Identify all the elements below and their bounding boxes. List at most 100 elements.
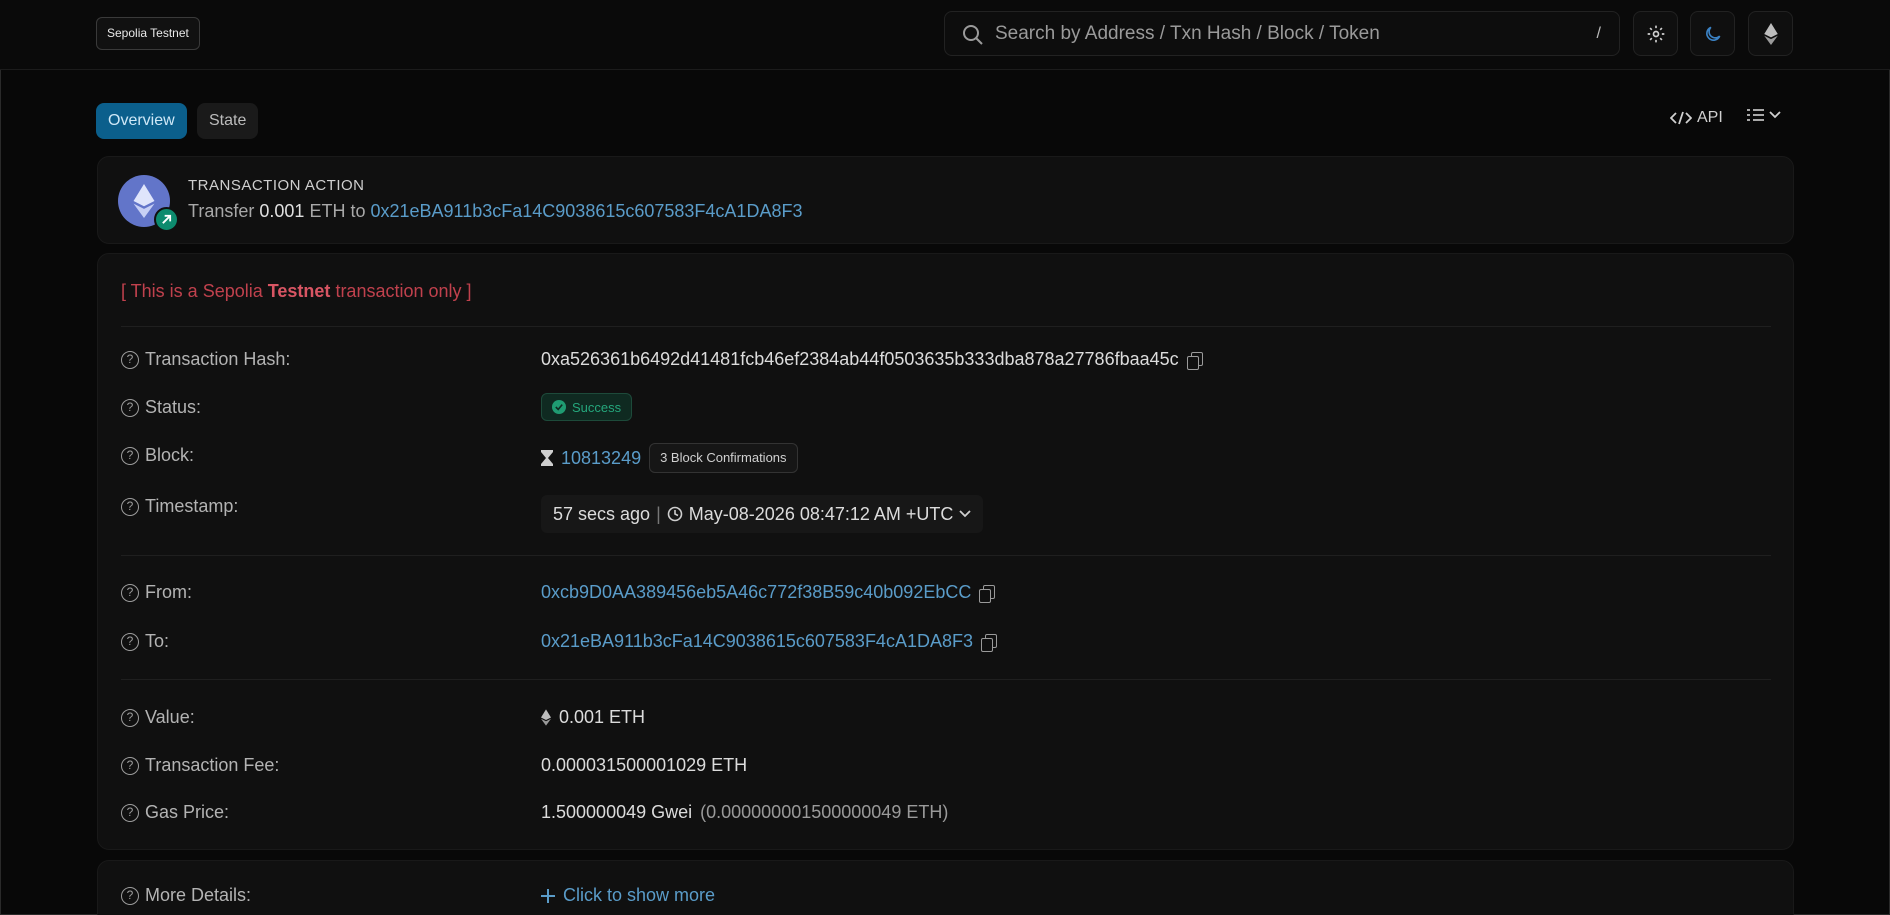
moon-icon: [1705, 26, 1720, 41]
divider: [121, 555, 1771, 556]
transfer-out-badge: [154, 207, 179, 232]
question-icon[interactable]: ?: [121, 446, 139, 465]
from-label-text: From:: [145, 582, 192, 602]
timestamp-relative: 57 secs ago: [553, 503, 651, 524]
transaction-action-summary: Transfer 0.001 ETH to 0x21eBA911b3cFa14C…: [188, 201, 802, 222]
gear-icon: [1647, 25, 1664, 42]
to-label-text: To:: [145, 631, 170, 651]
block-confirmations-badge: 3 Block Confirmations: [649, 443, 798, 473]
gas-price-value: 1.500000049 Gwei (0.000000001500000049 E…: [541, 802, 948, 823]
transaction-action-title: TRANSACTION ACTION: [188, 177, 365, 194]
copy-icon[interactable]: [980, 633, 997, 652]
api-label: API: [1697, 109, 1723, 126]
more-details-card: ? More Details: Click to show more: [97, 860, 1794, 915]
timestamp-separator: |: [656, 503, 661, 524]
chevron-down-icon: [959, 510, 972, 518]
question-icon[interactable]: ?: [121, 886, 139, 905]
tx-hash-label: ? Transaction Hash:: [121, 349, 290, 370]
question-icon[interactable]: ?: [121, 398, 139, 417]
block-label-text: Block:: [145, 445, 195, 465]
action-to-address-link[interactable]: 0x21eBA911b3cFa14C9038615c607583F4cA1DA8…: [370, 201, 802, 221]
status-text: Success: [572, 399, 622, 415]
api-button[interactable]: API: [1670, 109, 1723, 127]
action-verb: Transfer: [188, 201, 255, 221]
more-details-label: ? More Details:: [121, 885, 251, 906]
show-more-text[interactable]: Click to show more: [563, 885, 715, 906]
fee-text: 0.000031500001029 ETH: [541, 755, 748, 775]
gas-price-label: ? Gas Price:: [121, 802, 229, 823]
tx-hash-text: 0xa526361b6492d41481fcb46ef2384ab44f0503…: [541, 349, 1179, 369]
from-address-link[interactable]: 0xcb9D0AA389456eb5A46c772f38B59c40b092Eb…: [541, 582, 971, 603]
testnet-notice-suffix: transaction only ]: [330, 281, 472, 301]
top-bar: Sepolia Testnet Search by Address / Txn …: [0, 0, 1890, 70]
transaction-details-card: [ This is a Sepolia Testnet transaction …: [97, 253, 1794, 850]
question-icon[interactable]: ?: [121, 350, 139, 369]
search-bar[interactable]: Search by Address / Txn Hash / Block / T…: [944, 11, 1620, 56]
clock-icon: [667, 506, 683, 522]
tab-state[interactable]: State: [197, 103, 259, 139]
value-label: ? Value:: [121, 707, 195, 728]
question-icon[interactable]: ?: [121, 756, 139, 775]
value-text: 0.001 ETH: [559, 707, 646, 727]
to-address-link[interactable]: 0x21eBA911b3cFa14C9038615c607583F4cA1DA8…: [541, 631, 973, 652]
plus-icon: [541, 888, 555, 903]
ethereum-icon: [1763, 22, 1778, 45]
copy-icon[interactable]: [979, 584, 996, 603]
from-label: ? From:: [121, 582, 192, 603]
to-label: ? To:: [121, 631, 169, 652]
network-switch-button[interactable]: [1748, 11, 1793, 56]
tx-hash-label-text: Transaction Hash:: [145, 349, 291, 369]
search-shortcut-hint: /: [1596, 25, 1601, 42]
ethereum-icon: [133, 184, 155, 218]
testnet-notice: [ This is a Sepolia Testnet transaction …: [121, 281, 472, 302]
settings-button[interactable]: [1633, 11, 1678, 56]
more-details-label-text: More Details:: [145, 885, 252, 905]
status-label-text: Status:: [145, 397, 202, 417]
gas-price-text: 1.500000049 Gwei: [541, 802, 693, 822]
divider: [121, 679, 1771, 680]
theme-toggle-button[interactable]: [1690, 11, 1735, 56]
timestamp-label-text: Timestamp:: [145, 496, 239, 516]
tab-overview[interactable]: Overview: [96, 103, 187, 139]
gas-price-label-text: Gas Price:: [145, 802, 230, 822]
question-icon[interactable]: ?: [121, 708, 139, 727]
question-icon[interactable]: ?: [121, 803, 139, 822]
block-value: 10813249 3 Block Confirmations: [541, 443, 798, 473]
block-label: ? Block:: [121, 445, 194, 466]
network-badge[interactable]: Sepolia Testnet: [96, 17, 200, 50]
value-label-text: Value:: [145, 707, 195, 727]
value-amount: 0.001 ETH: [541, 707, 645, 728]
chevron-down-icon: [1769, 111, 1781, 119]
status-badge: Success: [541, 393, 633, 421]
timestamp-absolute: May-08-2026 08:47:12 AM +UTC: [688, 503, 954, 524]
to-value: 0x21eBA911b3cFa14C9038615c607583F4cA1DA8…: [541, 631, 997, 652]
question-icon[interactable]: ?: [121, 632, 139, 651]
fee-value: 0.000031500001029 ETH: [541, 755, 747, 776]
timestamp-label: ? Timestamp:: [121, 496, 238, 517]
tx-hash-value: 0xa526361b6492d41481fcb46ef2384ab44f0503…: [541, 349, 1203, 370]
copy-icon[interactable]: [1186, 351, 1203, 370]
status-value: Success: [541, 393, 633, 421]
show-more-link[interactable]: Click to show more: [541, 885, 715, 906]
search-input[interactable]: Search by Address / Txn Hash / Block / T…: [995, 23, 1380, 45]
ethereum-icon: [541, 709, 551, 726]
divider: [121, 326, 1771, 327]
search-icon: [963, 25, 983, 45]
gas-price-eth-equivalent: (0.000000001500000049 ETH): [700, 802, 949, 822]
action-to-word: to: [350, 201, 366, 221]
block-number-link[interactable]: 10813249: [561, 448, 641, 469]
action-amount: 0.001: [259, 201, 305, 221]
question-icon[interactable]: ?: [121, 583, 139, 602]
timestamp-value[interactable]: 57 secs ago | May-08-2026 08:47:12 AM +U…: [541, 495, 984, 533]
transaction-action-card: TRANSACTION ACTION Transfer 0.001 ETH to…: [97, 156, 1794, 244]
code-icon: [1670, 111, 1692, 125]
arrow-up-right-icon: [162, 214, 172, 224]
list-filter-icon: [1747, 109, 1764, 121]
testnet-notice-bold: Testnet: [267, 281, 331, 301]
list-options-button[interactable]: [1747, 108, 1781, 122]
testnet-notice-prefix: [ This is a Sepolia: [121, 281, 268, 301]
question-icon[interactable]: ?: [121, 497, 139, 516]
fee-label: ? Transaction Fee:: [121, 755, 279, 776]
timestamp-box[interactable]: 57 secs ago | May-08-2026 08:47:12 AM +U…: [541, 495, 984, 533]
status-label: ? Status:: [121, 397, 201, 418]
